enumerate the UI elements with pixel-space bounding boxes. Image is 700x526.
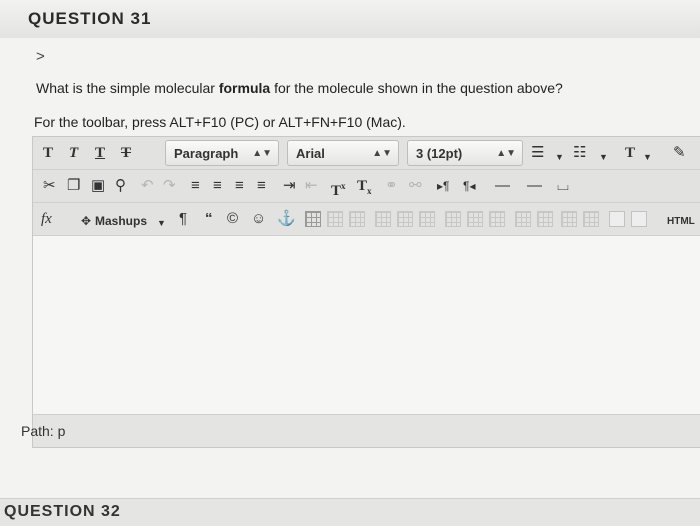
pilcrow-icon[interactable]: ¶ bbox=[179, 209, 187, 229]
find-icon[interactable]: ⚲ bbox=[115, 176, 126, 196]
copyright-icon[interactable]: © bbox=[227, 209, 238, 229]
question-text-end: for the molecule shown in the question a… bbox=[270, 80, 563, 96]
undo-icon[interactable]: ↶ bbox=[141, 176, 154, 196]
question-text-start: What is the simple molecular bbox=[36, 80, 219, 96]
chevron-down-icon[interactable]: ▼ bbox=[157, 213, 166, 233]
quote-icon[interactable]: “ bbox=[205, 209, 213, 229]
chevron-down-icon[interactable]: ▼ bbox=[555, 147, 564, 167]
anchor-icon[interactable]: ⚓ bbox=[277, 209, 296, 229]
italic-button[interactable]: T bbox=[69, 143, 78, 163]
rtl-icon[interactable]: ¶◂ bbox=[463, 176, 475, 196]
table-row-icon[interactable] bbox=[327, 211, 343, 227]
paragraph-select[interactable]: Paragraph ▲▼ bbox=[165, 140, 279, 166]
table-merge-icon[interactable] bbox=[583, 211, 599, 227]
table-cell-icon[interactable] bbox=[489, 211, 505, 227]
indent-icon[interactable]: ⇥ bbox=[283, 176, 296, 196]
question-text-bold: formula bbox=[218, 80, 271, 96]
chevron-down-icon[interactable]: ▼ bbox=[643, 147, 652, 167]
select-arrows-icon: ▲▼ bbox=[372, 148, 392, 159]
subscript-label: T bbox=[357, 178, 368, 194]
font-family-select[interactable]: Arial ▲▼ bbox=[287, 140, 399, 166]
horizontal-rule-icon[interactable]: — bbox=[495, 176, 510, 196]
outdent-icon[interactable]: ⇤ bbox=[305, 176, 318, 196]
highlighter-icon[interactable]: ✎ bbox=[673, 143, 686, 163]
formula-icon[interactable]: fx bbox=[41, 209, 52, 229]
align-right-icon[interactable]: ≡ bbox=[235, 176, 244, 196]
question-text: What is the simple molecular formula for… bbox=[36, 80, 563, 96]
rich-text-editor: T T T T Paragraph ▲▼ Arial ▲▼ 3 (12pt) ▲… bbox=[21, 136, 700, 448]
table-column-icon[interactable] bbox=[375, 211, 391, 227]
frame-icon[interactable] bbox=[609, 211, 625, 227]
chevron-down-icon[interactable]: ▼ bbox=[599, 147, 608, 167]
editor-path-bar: Path: p bbox=[21, 414, 700, 447]
subscript-button[interactable]: Tx bbox=[357, 176, 372, 201]
emoticon-icon[interactable]: ☺ bbox=[251, 209, 266, 229]
strikethrough-button[interactable]: T bbox=[121, 143, 131, 163]
table-row-icon[interactable] bbox=[349, 211, 365, 227]
nonbreaking-space-icon[interactable]: ⌴ bbox=[557, 176, 569, 196]
ltr-icon[interactable]: ▸¶ bbox=[437, 176, 449, 196]
chevron-right-icon: > bbox=[36, 48, 45, 65]
next-question-title: QUESTION 32 bbox=[4, 503, 121, 520]
mashups-icon: ✥ bbox=[81, 214, 92, 228]
toolbar-help-text: For the toolbar, press ALT+F10 (PC) or A… bbox=[34, 114, 406, 130]
copy-icon[interactable]: ❐ bbox=[67, 176, 80, 196]
font-size-select-value: 3 (12pt) bbox=[416, 146, 463, 161]
justify-icon[interactable]: ≡ bbox=[257, 176, 266, 196]
cut-icon[interactable]: ✂ bbox=[43, 176, 56, 196]
question-header: QUESTION 31 bbox=[0, 0, 700, 39]
toolbar-row-2: ✂ ❐ ▣ ⚲ ↶ ↷ ≡ ≡ ≡ ≡ ⇥ ⇤ Tx Tx ⚭ ⚯ ▸¶ ¶◂ … bbox=[33, 170, 700, 203]
align-left-icon[interactable]: ≡ bbox=[191, 176, 200, 196]
superscript-label: T bbox=[331, 183, 342, 199]
table-icon[interactable] bbox=[305, 211, 321, 227]
mashups-button[interactable]: Mashups bbox=[95, 211, 147, 231]
numbered-list-icon[interactable]: ☷ bbox=[573, 143, 586, 163]
superscript-button[interactable]: Tx bbox=[331, 176, 346, 201]
select-arrows-icon: ▲▼ bbox=[496, 148, 516, 159]
underline-button[interactable]: T bbox=[95, 143, 105, 163]
paste-icon[interactable]: ▣ bbox=[91, 176, 105, 196]
toolbar-row-1: T T T T Paragraph ▲▼ Arial ▲▼ 3 (12pt) ▲… bbox=[33, 137, 700, 170]
path-label: Path: p bbox=[21, 423, 66, 439]
text-color-icon[interactable]: T bbox=[625, 143, 635, 163]
font-family-select-value: Arial bbox=[296, 146, 325, 161]
question-title: QUESTION 31 bbox=[28, 9, 152, 28]
horizontal-rule-icon[interactable]: — bbox=[527, 176, 542, 196]
table-cell-icon[interactable] bbox=[537, 211, 553, 227]
paragraph-select-value: Paragraph bbox=[174, 146, 239, 161]
table-split-icon[interactable] bbox=[561, 211, 577, 227]
align-center-icon[interactable]: ≡ bbox=[213, 176, 222, 196]
unlink-icon[interactable]: ⚯ bbox=[409, 176, 422, 196]
toolbar-row-3: fx ✥ Mashups ▼ ¶ “ © ☺ ⚓ HTML bbox=[33, 203, 700, 236]
table-cell-icon[interactable] bbox=[467, 211, 483, 227]
table-cell-icon[interactable] bbox=[445, 211, 461, 227]
frame-icon[interactable] bbox=[631, 211, 647, 227]
bold-button[interactable]: T bbox=[43, 143, 53, 163]
select-arrows-icon: ▲▼ bbox=[252, 148, 272, 159]
table-column-icon[interactable] bbox=[419, 211, 435, 227]
font-size-select[interactable]: 3 (12pt) ▲▼ bbox=[407, 140, 523, 166]
next-question-header: QUESTION 32 bbox=[0, 498, 700, 526]
link-icon[interactable]: ⚭ bbox=[385, 176, 398, 196]
html-button[interactable]: HTML bbox=[667, 212, 695, 232]
redo-icon[interactable]: ↷ bbox=[163, 176, 176, 196]
editor-content-area[interactable] bbox=[33, 236, 700, 414]
table-cell-icon[interactable] bbox=[515, 211, 531, 227]
table-column-icon[interactable] bbox=[397, 211, 413, 227]
bullet-list-icon[interactable]: ☰ bbox=[531, 143, 544, 163]
